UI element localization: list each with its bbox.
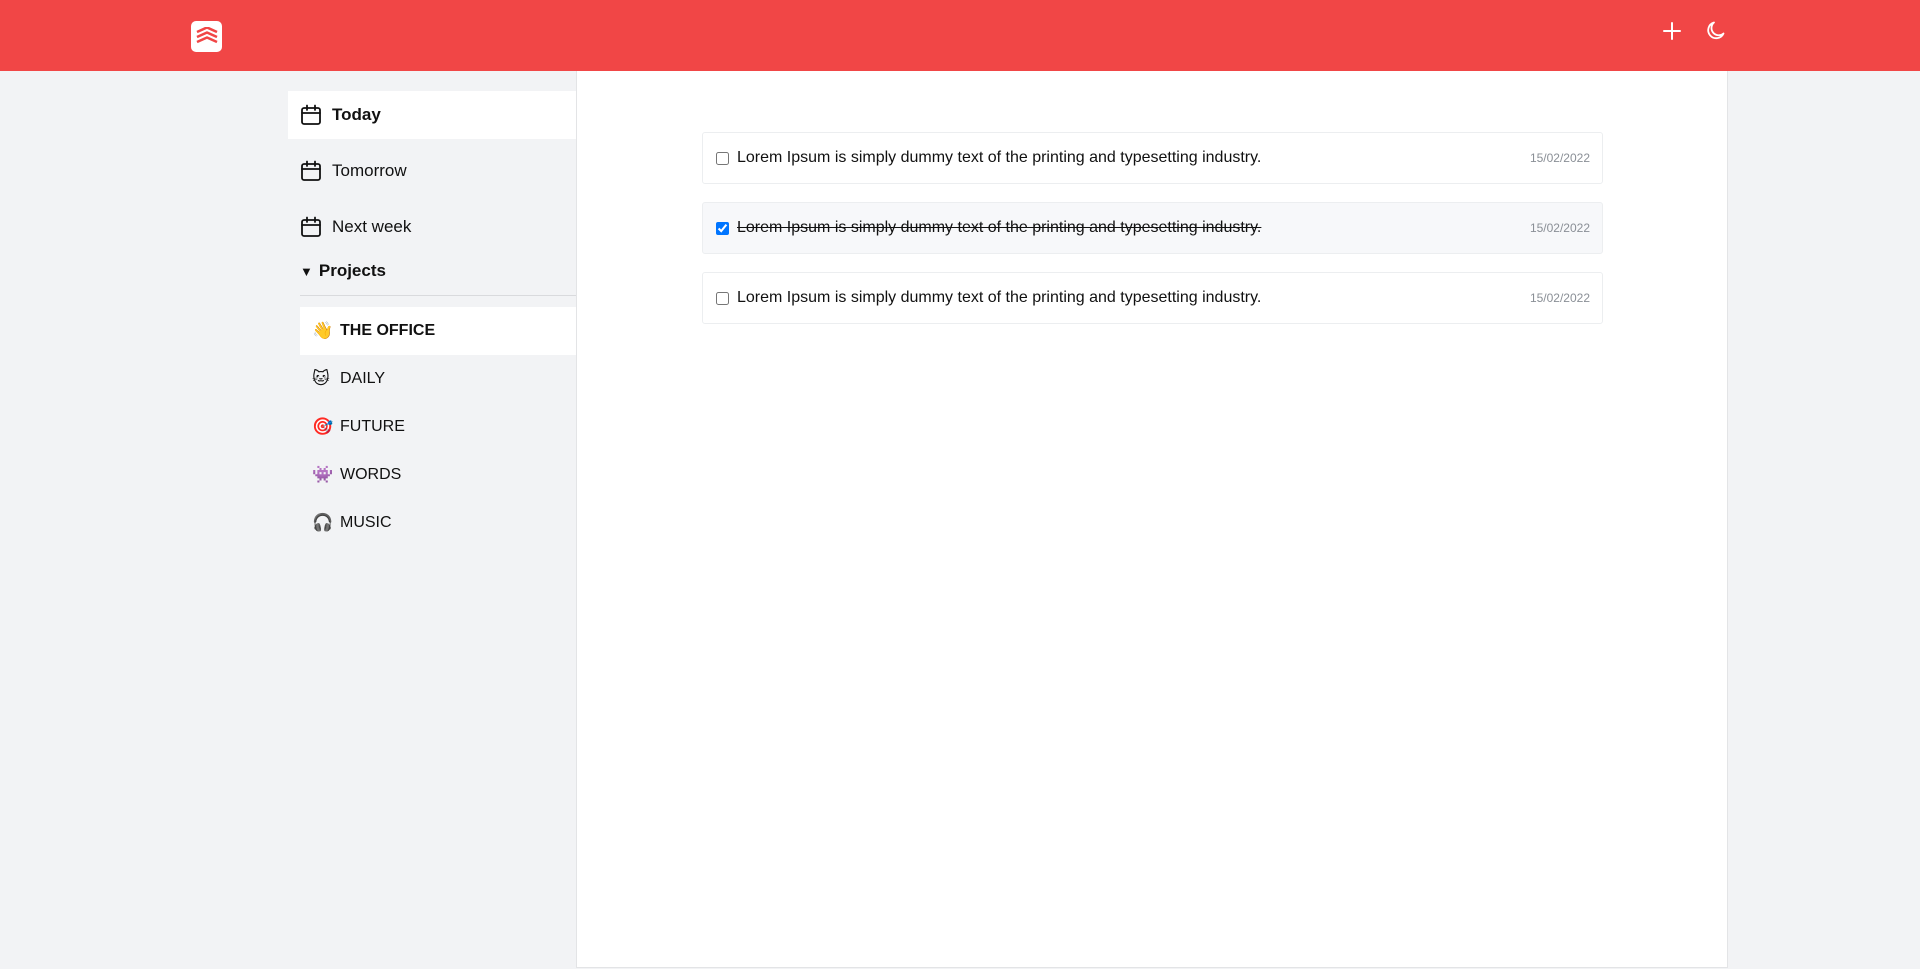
waving-hand-icon: 👋 (312, 321, 334, 340)
add-task-button[interactable] (1657, 18, 1687, 48)
project-item-the-office[interactable]: 👋 THE OFFICE (300, 307, 576, 355)
calendar-icon (300, 216, 322, 238)
task-checkbox[interactable] (716, 151, 729, 165)
task-text[interactable]: Lorem Ipsum is simply dummy text of the … (737, 149, 1530, 167)
project-label: WORDS (340, 466, 402, 483)
task-date: 15/02/2022 (1529, 151, 1590, 165)
calendar-icon (300, 160, 322, 182)
project-item-music[interactable]: 🎧 MUSIC (300, 499, 576, 547)
dark-mode-toggle[interactable] (1701, 18, 1731, 48)
project-label: DAILY (340, 370, 386, 387)
moon-icon (1705, 20, 1727, 47)
projects-toggle[interactable]: ▼ Projects (300, 259, 386, 283)
task-checkbox[interactable] (716, 291, 729, 305)
alien-monster-icon: 👾 (312, 465, 334, 484)
top-bar (0, 0, 1920, 71)
task-text[interactable]: Lorem Ipsum is simply dummy text of the … (737, 219, 1530, 237)
todoist-logo-icon[interactable] (191, 21, 222, 52)
task-item: Lorem Ipsum is simply dummy text of the … (702, 202, 1603, 254)
projects-heading: Projects (318, 261, 386, 280)
sidebar-item-label: Tomorrow (332, 161, 407, 180)
headphones-icon: 🎧 (312, 513, 334, 532)
sidebar-item-next-week[interactable]: Next week (288, 203, 576, 251)
sidebar-item-tomorrow[interactable]: Tomorrow (288, 147, 576, 195)
cat-face-icon: 🐱 (312, 369, 330, 388)
sidebar: Today Tomorrow Next week ▼ Projects 👋 TH… (288, 71, 576, 969)
sidebar-item-label: Next week (332, 217, 412, 236)
project-item-daily[interactable]: 🐱 DAILY (300, 355, 576, 403)
task-item: Lorem Ipsum is simply dummy text of the … (702, 272, 1603, 324)
task-date: 15/02/2022 (1529, 221, 1590, 235)
project-item-words[interactable]: 👾 WORDS (300, 451, 576, 499)
plus-icon (1662, 21, 1682, 46)
target-icon: 🎯 (312, 417, 334, 436)
project-label: MUSIC (340, 514, 392, 531)
project-label: FUTURE (340, 418, 405, 435)
sidebar-item-label: Today (332, 105, 381, 124)
task-item: Lorem Ipsum is simply dummy text of the … (702, 132, 1603, 184)
task-list-panel: Lorem Ipsum is simply dummy text of the … (576, 71, 1728, 968)
divider (300, 295, 576, 296)
project-item-future[interactable]: 🎯 FUTURE (300, 403, 576, 451)
project-label: THE OFFICE (340, 322, 436, 339)
caret-down-icon: ▼ (300, 263, 313, 279)
task-date: 15/02/2022 (1529, 291, 1590, 305)
task-checkbox[interactable] (716, 221, 729, 235)
task-text[interactable]: Lorem Ipsum is simply dummy text of the … (737, 289, 1530, 307)
calendar-icon (300, 104, 322, 126)
sidebar-item-today[interactable]: Today (288, 91, 576, 139)
